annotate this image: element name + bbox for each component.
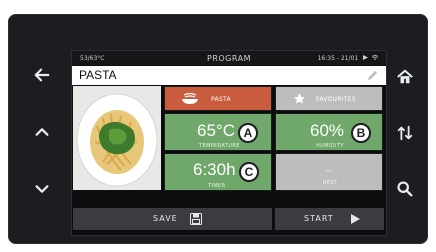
callout-badge-c: C	[239, 162, 259, 182]
humidity-tile[interactable]: 60% HUMIDITY B	[275, 113, 383, 151]
play-status-icon	[363, 54, 369, 60]
star-icon	[294, 93, 305, 104]
pasta-dish-image	[73, 86, 161, 190]
callout-badge-a: A	[238, 123, 258, 143]
program-name: PASTA	[79, 68, 117, 82]
touch-screen: 53/63°C PROGRAM 16:35 - 21/01 PASTA PAST…	[71, 50, 387, 236]
humidity-label: HUMIDITY	[316, 143, 344, 149]
favourites-label: FAVOURITES	[316, 96, 356, 103]
action-bar: SAVE START	[72, 208, 386, 230]
play-icon	[351, 214, 360, 224]
timer-value: 6:30h	[193, 160, 236, 179]
swap-vertical-icon	[397, 125, 413, 141]
back-button[interactable]	[29, 62, 55, 88]
status-bar: 53/63°C PROGRAM 16:35 - 21/01	[72, 51, 386, 65]
save-label: SAVE	[153, 214, 178, 223]
edit-pencil-icon[interactable]	[366, 69, 379, 82]
temperature-tile[interactable]: 65°C TEMPERATURE A	[164, 113, 272, 151]
chevron-up-icon	[35, 128, 49, 136]
search-icon	[397, 181, 413, 197]
start-button[interactable]: START	[275, 208, 384, 230]
floppy-disk-icon	[190, 213, 202, 225]
category-label: PASTA	[211, 96, 231, 103]
temperature-value: 65°C	[197, 121, 235, 140]
home-icon	[397, 69, 413, 84]
program-name-field[interactable]: PASTA	[72, 66, 386, 85]
sort-button[interactable]	[392, 120, 418, 146]
humidity-value: 60%	[310, 121, 345, 140]
favourites-tile[interactable]: FAVOURITES	[275, 86, 383, 111]
category-pasta-tile[interactable]: PASTA	[164, 86, 272, 111]
save-button[interactable]: SAVE	[73, 208, 272, 230]
status-right: 16:35 - 21/01	[317, 54, 379, 62]
start-label: START	[304, 214, 334, 223]
rest-label: REST	[323, 180, 338, 186]
temperature-label: TEMPERATURE	[199, 143, 240, 149]
oven-control-panel: 53/63°C PROGRAM 16:35 - 21/01 PASTA PAST…	[8, 14, 428, 244]
scroll-down-button[interactable]	[29, 176, 55, 202]
pasta-bowl-icon	[182, 93, 198, 104]
status-time-date: 16:35 - 21/01	[317, 54, 359, 62]
rest-tile[interactable]: -- REST	[275, 153, 383, 191]
arrow-left-icon	[34, 68, 50, 82]
timer-tile[interactable]: 6:30h TIMER C	[164, 153, 272, 191]
callout-badge-b: B	[351, 123, 371, 143]
wifi-icon	[371, 54, 379, 60]
timer-label: TIMER	[208, 183, 226, 189]
search-button[interactable]	[392, 176, 418, 202]
chevron-down-icon	[35, 185, 49, 193]
scroll-up-button[interactable]	[29, 119, 55, 145]
home-button[interactable]	[392, 64, 418, 90]
rest-value: --	[326, 166, 333, 175]
